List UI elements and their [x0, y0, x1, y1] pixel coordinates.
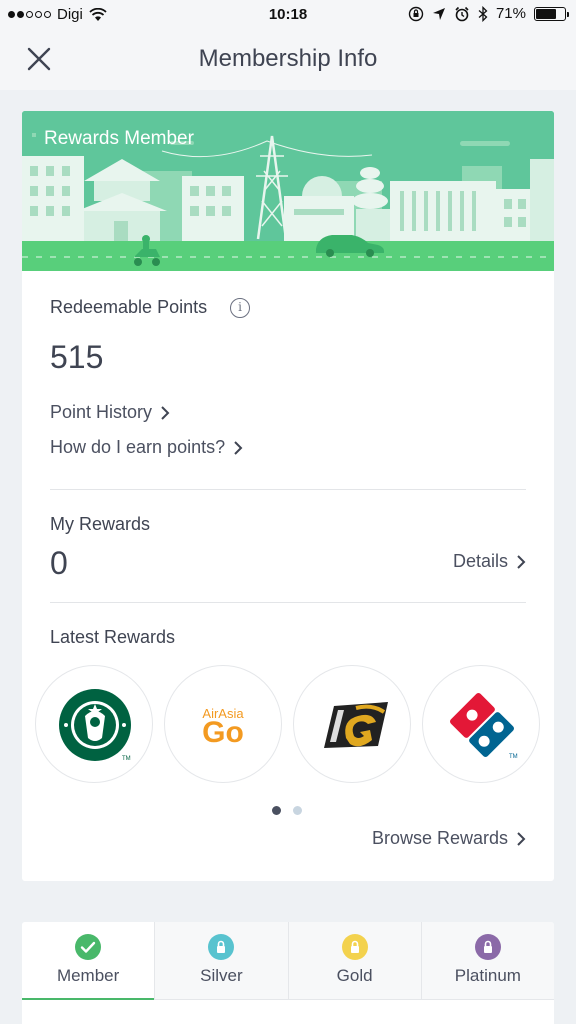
- earn-points-label: How do I earn points?: [50, 437, 226, 457]
- trademark-mark: TM: [509, 754, 518, 760]
- membership-card: Rewards Member Redeemable Points i 515 P…: [22, 111, 554, 881]
- redeemable-points-label: Redeemable Points: [50, 297, 208, 317]
- banner-title: Rewards Member: [44, 128, 194, 149]
- tier-panel: Member Silver Gold Platinum: [22, 922, 554, 1024]
- reward-starbucks[interactable]: TM: [35, 665, 153, 783]
- gsc-logo: [324, 702, 388, 748]
- tier-tabs: Member Silver Gold Platinum: [22, 922, 554, 1000]
- rewards-pager: [272, 806, 302, 815]
- chevron-right-icon: [517, 554, 526, 569]
- divider: [50, 489, 526, 490]
- redeemable-points-value: 515: [50, 339, 104, 375]
- pager-dot-2[interactable]: [293, 806, 302, 815]
- tier-label-member: Member: [56, 966, 120, 985]
- starbucks-logo: [59, 689, 131, 761]
- rewards-banner: Rewards Member: [22, 111, 554, 271]
- pager-dot-1[interactable]: [272, 806, 281, 815]
- details-label: Details: [452, 551, 508, 571]
- tab-silver[interactable]: Silver: [155, 922, 289, 999]
- battery-icon: [534, 6, 569, 21]
- lock-icon: [208, 934, 235, 960]
- my-rewards-label: My Rewards: [50, 514, 151, 534]
- browse-rewards-label: Browse Rewards: [371, 828, 508, 848]
- go-label: Go: [202, 716, 244, 749]
- lock-icon: [474, 934, 501, 960]
- page-title: Membership Info: [198, 45, 378, 72]
- status-right: 71%: [408, 5, 569, 22]
- info-icon[interactable]: i: [230, 298, 250, 318]
- screen-lock-icon: [408, 6, 424, 21]
- divider: [50, 602, 526, 603]
- bluetooth-icon: [478, 5, 488, 22]
- battery-fill: [536, 8, 556, 19]
- check-icon: [75, 934, 102, 960]
- reward-gsc[interactable]: [293, 665, 411, 783]
- reward-dominos[interactable]: TM: [422, 665, 540, 783]
- tab-platinum[interactable]: Platinum: [422, 922, 554, 999]
- battery-percent: 71%: [495, 5, 526, 22]
- location-arrow-icon: [432, 7, 445, 20]
- chevron-right-icon: [161, 405, 170, 420]
- point-history-label: Point History: [50, 402, 153, 422]
- lock-icon: [341, 934, 368, 960]
- earn-points-link[interactable]: How do I earn points?: [50, 437, 243, 458]
- status-bar: Digi 10:18 71%: [0, 0, 576, 30]
- tier-label-gold: Gold: [336, 966, 373, 985]
- reward-airasia-go[interactable]: AirAsia Go: [164, 665, 282, 783]
- nav-bar: Membership Info: [0, 30, 576, 90]
- latest-rewards-label: Latest Rewards: [50, 627, 176, 647]
- tab-member[interactable]: Member: [22, 922, 156, 1000]
- tier-label-platinum: Platinum: [454, 966, 521, 985]
- alarm-icon: [455, 6, 469, 21]
- active-tab-indicator: [22, 998, 155, 1000]
- dominos-logo: [448, 691, 516, 759]
- chevron-right-icon: [234, 440, 243, 455]
- tab-gold[interactable]: Gold: [289, 922, 422, 999]
- browse-rewards-link[interactable]: Browse Rewards: [372, 828, 526, 849]
- point-history-link[interactable]: Point History: [50, 402, 170, 423]
- tier-label-silver: Silver: [200, 966, 243, 985]
- chevron-right-icon: [517, 831, 526, 846]
- my-rewards-value: 0: [50, 545, 68, 581]
- details-link[interactable]: Details: [453, 551, 526, 572]
- trademark-mark: TM: [122, 756, 131, 762]
